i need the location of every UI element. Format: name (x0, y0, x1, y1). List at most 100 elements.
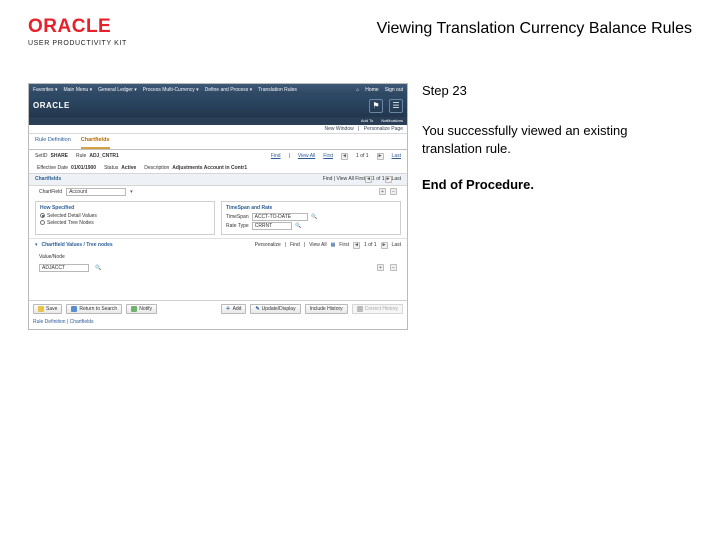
topbar-define-process[interactable]: Define and Process ▾ (205, 87, 253, 93)
flag-icon[interactable]: ⚑ (369, 99, 383, 113)
cf-find[interactable]: Find (290, 242, 300, 248)
save-icon (38, 306, 44, 312)
link-view-all[interactable]: View All (298, 153, 315, 159)
row-delete-icon[interactable]: − (390, 264, 397, 271)
status-value: Active (121, 165, 136, 171)
effdate-value: 01/01/1900 (71, 165, 96, 171)
rule-value: ADJ_CNTR1 (89, 153, 118, 159)
plus-icon: ＋ (226, 306, 231, 312)
cf-prev-icon[interactable]: ◄ (353, 242, 360, 249)
notify-button[interactable]: Notify (126, 304, 157, 314)
return-to-search-button[interactable]: Return to Search (66, 304, 122, 314)
section-find[interactable]: Find (323, 176, 333, 182)
end-of-procedure: End of Procedure. (422, 177, 682, 192)
row-add-icon[interactable]: + (379, 188, 386, 195)
update-display-button[interactable]: ✎Update/Display (250, 304, 300, 314)
cf-last[interactable]: Last (392, 242, 401, 248)
bell-icon[interactable]: ☰ (389, 99, 403, 113)
topbar-signout[interactable]: Sign out (385, 87, 403, 93)
nav-count: 1 of 1 (356, 153, 369, 159)
timespan-label: TimeSpan (226, 214, 249, 220)
app-topbar: Favorites ▾ Main Menu ▾ General Ledger ▾… (29, 84, 407, 95)
value-node-input[interactable]: ADJACCT (39, 264, 89, 272)
link-personalize[interactable]: Personalize (255, 242, 281, 248)
oracle-logo: ORACLE (28, 16, 127, 38)
topbar-favorites[interactable]: Favorites ▾ (33, 87, 57, 93)
status-label: Status (104, 165, 118, 171)
logo-block: ORACLE USER PRODUCTIVITY KIT (28, 16, 127, 47)
instruction-panel: Step 23 You successfully viewed an exist… (422, 83, 682, 192)
nav-next-icon[interactable]: ► (377, 153, 384, 160)
link-personalize-page[interactable]: Personalize Page (364, 126, 403, 132)
topbar-multi-currency[interactable]: Process Multi-Currency ▾ (143, 87, 199, 93)
notify-icon (131, 306, 137, 312)
cf-viewall[interactable]: View All (309, 242, 326, 248)
section-viewall[interactable]: View All (336, 176, 353, 182)
section-next-icon[interactable]: ► (385, 176, 392, 183)
radio-tree-label: Selected Tree Nodes (47, 220, 94, 226)
add-button[interactable]: ＋Add (221, 304, 247, 314)
chartfields-section-bar: Chartfields Find | View All First ◄ 1 of… (29, 173, 407, 186)
link-last[interactable]: Last (392, 153, 401, 159)
footer-tab-links[interactable]: Rule Definition | Chartfields (29, 317, 407, 329)
brand-bar: ORACLE ⚑ ☰ (29, 95, 407, 117)
subheader: New Window | Personalize Page (29, 125, 407, 134)
topbar-translation-rules[interactable]: Translation Rules (258, 87, 297, 93)
link-new-window[interactable]: New Window (325, 126, 354, 132)
radio-tree-nodes[interactable]: Selected Tree Nodes (40, 220, 210, 226)
section-first[interactable]: First (355, 176, 365, 182)
panel-how-specified: How Specified Selected Detail Values Sel… (35, 201, 215, 235)
history-icon (357, 306, 363, 312)
brand-addto[interactable]: Add To (361, 119, 373, 124)
value-node-input-row: ADJACCT 🔍 + − (29, 262, 407, 274)
cf-values-header: ▾ Chartfield Values / Tree nodes Persona… (29, 238, 407, 252)
cf-first[interactable]: First (339, 242, 349, 248)
effdate-row: Effective Date01/01/1900 StatusActive De… (29, 163, 407, 173)
chartfield-row: ChartField Account ▾ + − (29, 186, 407, 198)
topbar-home[interactable]: Home (365, 87, 378, 93)
section-last[interactable]: Last (392, 176, 401, 182)
oracle-logo-text: ORACLE (28, 16, 111, 38)
search-icon[interactable]: 🔍 (95, 264, 102, 271)
search-icon[interactable]: 🔍 (295, 222, 302, 229)
panel-right-title: TimeSpan and Rate (226, 205, 396, 211)
refresh-icon: ✎ (255, 306, 259, 312)
link-first[interactable]: First (323, 153, 333, 159)
page-title: Viewing Translation Currency Balance Rul… (377, 20, 692, 38)
nav-prev-icon[interactable]: ◄ (341, 153, 348, 160)
row-delete-icon[interactable]: − (390, 188, 397, 195)
include-history-button[interactable]: Include History (305, 304, 348, 314)
tab-chartfields[interactable]: Chartfields (81, 137, 110, 149)
topbar-general-ledger[interactable]: General Ledger ▾ (98, 87, 137, 93)
embedded-app-screenshot: Favorites ▾ Main Menu ▾ General Ledger ▾… (28, 83, 408, 330)
value-node-label: Value/Node (39, 254, 65, 260)
chevron-down-icon[interactable]: ▾ (130, 189, 133, 195)
grid-icon[interactable]: ▦ (331, 242, 336, 248)
correct-history-button[interactable]: Correct History (352, 304, 403, 314)
chevron-down-icon[interactable]: ▾ (35, 242, 38, 248)
rate-input[interactable]: CRRNT (252, 222, 292, 230)
search-icon[interactable]: 🔍 (311, 213, 318, 220)
brand-text: ORACLE (33, 101, 70, 111)
topbar-main-menu[interactable]: Main Menu ▾ (63, 87, 92, 93)
section-prev-icon[interactable]: ◄ (365, 176, 372, 183)
home-icon[interactable]: ⌂ (356, 87, 359, 93)
tab-strip: Rule Definition Chartfields (29, 134, 407, 150)
desc-value: Adjustments Account in Contr1 (172, 165, 247, 171)
row-add-icon[interactable]: + (377, 264, 384, 271)
radio-dot-icon (40, 213, 45, 218)
chartfield-label: ChartField (39, 189, 62, 195)
effdate-label: Effective Date (37, 165, 68, 171)
return-icon (71, 306, 77, 312)
brand-notifications[interactable]: Notifications (381, 119, 403, 124)
radio-detail-label: Selected Detail Values (47, 213, 97, 219)
rule-label: Rule (76, 153, 86, 159)
timespan-input[interactable]: ACCT-TO-DATE (252, 213, 308, 221)
cf-next-icon[interactable]: ► (381, 242, 388, 249)
link-find[interactable]: Find (271, 153, 281, 159)
chartfield-select[interactable]: Account (66, 188, 126, 196)
save-button[interactable]: Save (33, 304, 62, 314)
tab-rule-definition[interactable]: Rule Definition (35, 137, 71, 149)
panel-left-title: How Specified (40, 205, 210, 211)
radio-detail-values[interactable]: Selected Detail Values (40, 213, 210, 219)
